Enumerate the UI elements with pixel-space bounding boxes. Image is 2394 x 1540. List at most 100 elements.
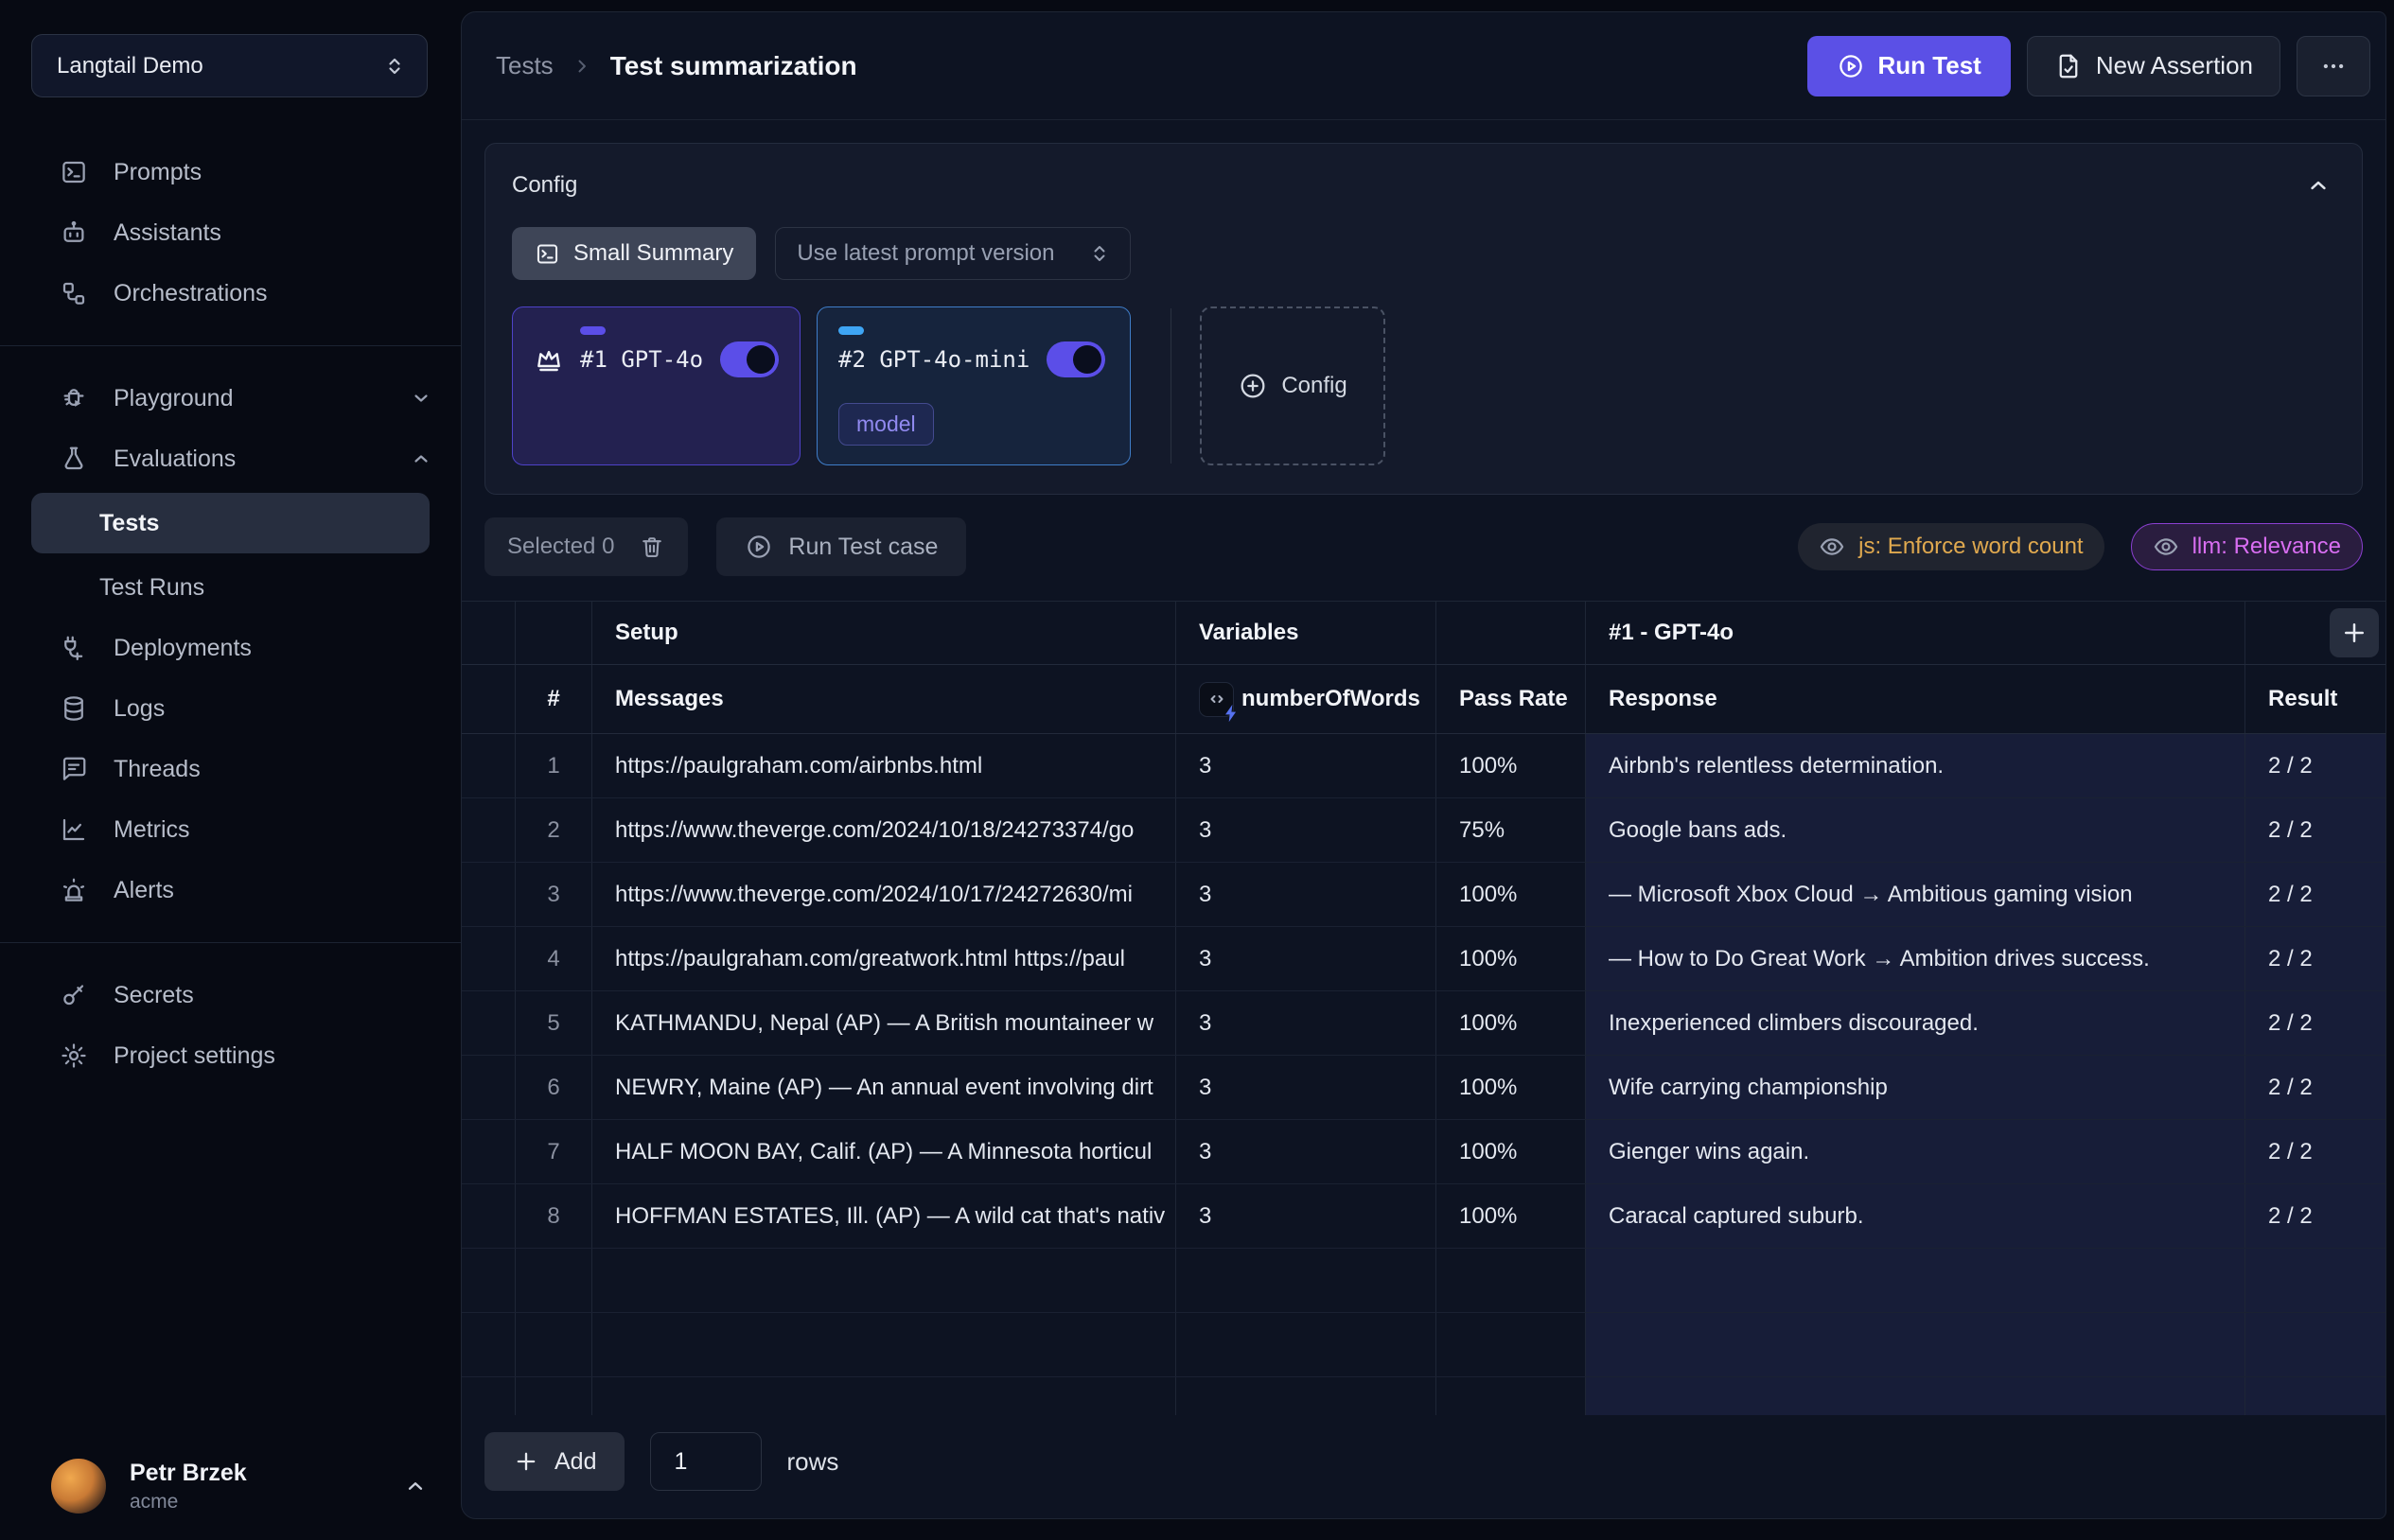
selector-chevrons-icon: [1088, 242, 1111, 265]
row-message-cell[interactable]: KATHMANDU, Nepal (AP) — A British mounta…: [592, 991, 1176, 1055]
table-empty-row[interactable]: [462, 1313, 2385, 1377]
row-select-cell[interactable]: [462, 991, 516, 1055]
row-variable-cell[interactable]: 3: [1176, 798, 1436, 862]
row-response-cell[interactable]: Caracal captured suburb.: [1586, 1184, 2245, 1248]
row-select-cell[interactable]: [462, 1120, 516, 1183]
sidebar-item-label: Logs: [114, 695, 432, 723]
row-result-cell[interactable]: 2 / 2: [2245, 927, 2385, 990]
row-variable-cell[interactable]: 3: [1176, 1184, 1436, 1248]
sidebar-item-assistants[interactable]: Assistants: [0, 202, 461, 263]
empty-variable-cell[interactable]: [1176, 1377, 1436, 1415]
run-test-button[interactable]: Run Test: [1807, 36, 2011, 96]
row-message-cell[interactable]: HOFFMAN ESTATES, Ill. (AP) — A wild cat …: [592, 1184, 1176, 1248]
sidebar-item-threads[interactable]: Threads: [0, 739, 461, 799]
model-toggle[interactable]: [1047, 341, 1105, 377]
row-message-cell[interactable]: https://paulgraham.com/airbnbs.html: [592, 734, 1176, 797]
row-select-cell[interactable]: [462, 1056, 516, 1119]
sidebar-item-playground[interactable]: Playground: [0, 368, 461, 429]
empty-message-cell[interactable]: [592, 1249, 1176, 1312]
row-response-cell[interactable]: Airbnb's relentless determination.: [1586, 734, 2245, 797]
sidebar-item-prompts[interactable]: Prompts: [0, 142, 461, 202]
table-row[interactable]: 1 https://paulgraham.com/airbnbs.html 3 …: [462, 734, 2385, 798]
sidebar-item-metrics[interactable]: Metrics: [0, 799, 461, 860]
row-result-cell[interactable]: 2 / 2: [2245, 991, 2385, 1055]
table-row[interactable]: 4 https://paulgraham.com/greatwork.html …: [462, 927, 2385, 991]
sidebar-item-project-settings[interactable]: Project settings: [0, 1025, 461, 1086]
row-response-cell[interactable]: Google bans ads.: [1586, 798, 2245, 862]
table-row[interactable]: 2 https://www.theverge.com/2024/10/18/24…: [462, 798, 2385, 863]
sidebar-item-test-runs[interactable]: Test Runs: [0, 557, 461, 618]
row-result-cell[interactable]: 2 / 2: [2245, 734, 2385, 797]
run-test-case-button[interactable]: Run Test case: [716, 517, 966, 576]
row-result-cell[interactable]: 2 / 2: [2245, 1184, 2385, 1248]
add-config-button[interactable]: Config: [1200, 306, 1385, 465]
table-empty-row[interactable]: [462, 1249, 2385, 1313]
row-result-cell[interactable]: 2 / 2: [2245, 863, 2385, 926]
table-row[interactable]: 7 HALF MOON BAY, Calif. (AP) — A Minneso…: [462, 1120, 2385, 1184]
more-actions-button[interactable]: [2297, 36, 2370, 96]
row-variable-cell[interactable]: 3: [1176, 1120, 1436, 1183]
model-toggle[interactable]: [720, 341, 779, 377]
row-message-cell[interactable]: HALF MOON BAY, Calif. (AP) — A Minnesota…: [592, 1120, 1176, 1183]
add-model-column-button[interactable]: [2330, 608, 2379, 657]
rows-count-input[interactable]: [650, 1432, 762, 1491]
prompt-button[interactable]: Small Summary: [512, 227, 756, 280]
row-response-cell[interactable]: Wife carrying championship: [1586, 1056, 2245, 1119]
row-select-cell[interactable]: [462, 1184, 516, 1248]
add-rows-button[interactable]: Add: [484, 1432, 625, 1491]
table-row[interactable]: 6 NEWRY, Maine (AP) — An annual event in…: [462, 1056, 2385, 1120]
assertion-badge-js[interactable]: js: Enforce word count: [1798, 523, 2104, 570]
sidebar-item-logs[interactable]: Logs: [0, 678, 461, 739]
prompt-version-select[interactable]: Use latest prompt version: [775, 227, 1131, 280]
collapse-chevron-up-icon[interactable]: [2301, 168, 2335, 202]
row-response-cell[interactable]: Inexperienced climbers discouraged.: [1586, 991, 2245, 1055]
empty-variable-cell[interactable]: [1176, 1313, 1436, 1376]
row-select-cell[interactable]: [462, 863, 516, 926]
table-row[interactable]: 3 https://www.theverge.com/2024/10/17/24…: [462, 863, 2385, 927]
row-message-cell[interactable]: https://www.theverge.com/2024/10/17/2427…: [592, 863, 1176, 926]
row-variable-cell[interactable]: 3: [1176, 863, 1436, 926]
model-card-gpt-4o[interactable]: #1 GPT-4o: [512, 306, 801, 465]
delete-selected-button[interactable]: [639, 534, 665, 560]
sidebar-item-evaluations[interactable]: Evaluations: [0, 429, 461, 489]
model-tag[interactable]: model: [838, 403, 934, 446]
row-variable-cell[interactable]: 3: [1176, 734, 1436, 797]
model-card-gpt-4o-mini[interactable]: #2 GPT-4o-mini model: [817, 306, 1131, 465]
flask-icon: [60, 445, 88, 473]
row-message-cell[interactable]: https://paulgraham.com/greatwork.html ht…: [592, 927, 1176, 990]
row-variable-cell[interactable]: 3: [1176, 927, 1436, 990]
version-pill: [838, 326, 864, 335]
page-header: Tests Test summarization Run Test New As…: [462, 12, 2385, 120]
row-result-cell[interactable]: 2 / 2: [2245, 1120, 2385, 1183]
row-result-cell[interactable]: 2 / 2: [2245, 798, 2385, 862]
sidebar-item-deployments[interactable]: Deployments: [0, 618, 461, 678]
workspace-switcher[interactable]: Langtail Demo: [31, 34, 428, 97]
empty-message-cell[interactable]: [592, 1313, 1176, 1376]
row-pass-rate: 100%: [1436, 734, 1586, 797]
row-response-cell[interactable]: — Microsoft Xbox Cloud → Ambitious gamin…: [1586, 863, 2245, 926]
sidebar-item-alerts[interactable]: Alerts: [0, 860, 461, 920]
select-all-cell[interactable]: [462, 602, 516, 664]
sidebar-item-tests[interactable]: Tests: [31, 493, 430, 553]
row-select-cell[interactable]: [462, 734, 516, 797]
row-variable-cell[interactable]: 3: [1176, 991, 1436, 1055]
sidebar-item-orchestrations[interactable]: Orchestrations: [0, 263, 461, 324]
sidebar-item-secrets[interactable]: Secrets: [0, 965, 461, 1025]
table-row[interactable]: 8 HOFFMAN ESTATES, Ill. (AP) — A wild ca…: [462, 1184, 2385, 1249]
assertion-badge-llm[interactable]: llm: Relevance: [2131, 523, 2363, 570]
empty-variable-cell[interactable]: [1176, 1249, 1436, 1312]
user-menu[interactable]: Petr Brzek acme: [51, 1459, 428, 1514]
row-response-cell[interactable]: — How to Do Great Work → Ambition drives…: [1586, 927, 2245, 990]
row-message-cell[interactable]: https://www.theverge.com/2024/10/18/2427…: [592, 798, 1176, 862]
row-select-cell[interactable]: [462, 798, 516, 862]
row-message-cell[interactable]: NEWRY, Maine (AP) — An annual event invo…: [592, 1056, 1176, 1119]
empty-message-cell[interactable]: [592, 1377, 1176, 1415]
row-variable-cell[interactable]: 3: [1176, 1056, 1436, 1119]
row-select-cell[interactable]: [462, 927, 516, 990]
table-empty-row[interactable]: [462, 1377, 2385, 1415]
new-assertion-button[interactable]: New Assertion: [2027, 36, 2280, 96]
breadcrumb-parent[interactable]: Tests: [496, 51, 554, 80]
table-row[interactable]: 5 KATHMANDU, Nepal (AP) — A British moun…: [462, 991, 2385, 1056]
row-result-cell[interactable]: 2 / 2: [2245, 1056, 2385, 1119]
row-response-cell[interactable]: Gienger wins again.: [1586, 1120, 2245, 1183]
